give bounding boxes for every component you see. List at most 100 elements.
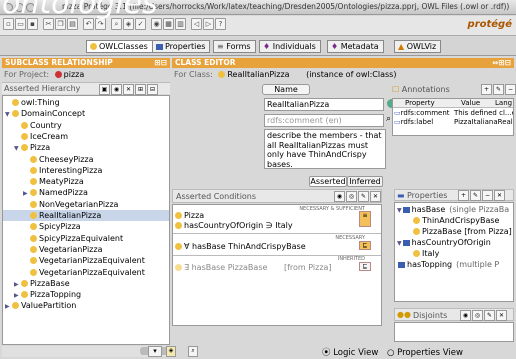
tab-individuals[interactable]: ♦ Individuals — [259, 40, 321, 53]
expand-all-icon[interactable]: ⊞ — [135, 84, 146, 95]
tree-item[interactable]: CheeseyPizza — [3, 154, 169, 165]
tab-asserted[interactable]: Asserted — [309, 176, 347, 187]
class-dot-icon — [218, 71, 226, 78]
remove-annotation-icon[interactable]: − — [505, 84, 516, 95]
filter-icon[interactable]: ◈ — [166, 346, 176, 357]
edit-annotation-icon[interactable]: ✎ — [493, 84, 504, 95]
tree-item[interactable]: ▼ Pizza — [3, 142, 169, 153]
add-expression-icon[interactable]: ✎ — [358, 191, 369, 202]
tree-item[interactable]: SpicyPizzaEquivalent — [3, 233, 169, 244]
add-disjoint-icon[interactable]: ◉ — [460, 310, 471, 321]
create-sibling-icon[interactable]: ◉ — [111, 84, 122, 95]
delete-property-icon[interactable]: ✕ — [494, 190, 505, 201]
properties-view-radio[interactable]: ○ Properties View — [387, 348, 463, 358]
tree-item-label: PizzaTopping — [30, 290, 82, 300]
add-property-icon[interactable]: + — [458, 190, 469, 201]
collapse-toggle-icon[interactable]: ▶ — [5, 301, 12, 312]
tab-inferred[interactable]: Inferred — [347, 176, 383, 187]
tree-scrollbar[interactable] — [2, 346, 170, 357]
tab-owlclasses[interactable]: OWLClasses — [86, 40, 153, 53]
comment-lang-field[interactable]: rdfs:comment (en) — [264, 114, 384, 127]
tree-item[interactable]: ▼ DomainConcept — [3, 108, 169, 119]
condition-row[interactable]: hasCountryOfOrigin ∋ Italy — [175, 221, 293, 230]
tree-item[interactable]: ▶ PizzaBase — [3, 278, 169, 289]
editor-controls-icon[interactable]: ⇔⊞⊟ — [492, 58, 511, 68]
add-disjoint-expr-icon[interactable]: ◎ — [472, 310, 483, 321]
tree-item[interactable]: RealItalianPizza — [3, 210, 169, 222]
tree-item[interactable]: VegetarianPizza — [3, 244, 169, 255]
tree-item-label: DomainConcept — [21, 109, 86, 119]
add-annotation-icon[interactable]: + — [481, 84, 492, 95]
metadata-diamond-icon: ♦ — [331, 42, 341, 51]
class-tree[interactable]: owl:Thing ▼ DomainConcept Country IceCream ▼ P… — [2, 95, 170, 345]
tree-item[interactable]: Country — [3, 120, 169, 131]
logic-view-radio[interactable]: ⦿ Logic View — [322, 348, 378, 358]
tree-item[interactable]: SpicyPizza — [3, 221, 169, 232]
remove-property-icon[interactable]: − — [482, 190, 493, 201]
condition-row[interactable]: ∀ hasBase ThinAndCrispyBase — [175, 242, 306, 251]
table-row[interactable]: ▭rdfs:comment This defined cl...en — [394, 109, 513, 118]
tab-owlviz[interactable]: ▲ OWLViz — [394, 40, 442, 53]
conditions-list[interactable]: NECESSARY & SUFFICIENT Pizza hasCountryO… — [172, 204, 382, 326]
tree-item[interactable]: owl:Thing — [3, 97, 169, 108]
forward-icon[interactable]: ▷ — [203, 18, 214, 30]
tab-forms[interactable]: ≡ Forms — [213, 40, 256, 53]
table-icon[interactable]: ▥ — [175, 18, 186, 30]
class-name-input[interactable]: RealItalianPizza — [264, 98, 384, 111]
property-row[interactable]: ▼ hasCountryOfOrigin — [397, 238, 495, 247]
remove-disjoint-icon[interactable]: ✕ — [496, 310, 507, 321]
collapse-all-icon[interactable]: ⊟ — [147, 84, 158, 95]
class-dot-icon — [12, 302, 19, 310]
search-comment-icon[interactable]: ⌕ — [386, 114, 391, 124]
property-value-label: ThinAndCrispyBase — [422, 216, 500, 225]
tree-item[interactable]: InterestingPizza — [3, 165, 169, 176]
property-row[interactable]: ▼ hasBase (single PizzaBa — [397, 205, 509, 214]
comment-text-area[interactable]: describe the members - that all RealItal… — [264, 129, 386, 169]
create-restriction-icon[interactable]: ◉ — [334, 191, 345, 202]
metadata-icon[interactable]: ▦ — [163, 18, 174, 30]
condition-row[interactable]: Pizza — [175, 211, 204, 220]
class-editor-panel: CLASS EDITOR ⇔⊞⊟ For Class: RealItalianP… — [172, 58, 516, 358]
tree-item[interactable]: ▶ NamedPizza — [3, 187, 169, 198]
tree-item[interactable]: MeatyPizza — [3, 176, 169, 187]
add-named-class-icon[interactable]: ◎ — [346, 191, 357, 202]
tree-item-label: Pizza — [30, 143, 51, 153]
edit-property-icon[interactable]: ✎ — [470, 190, 481, 201]
tree-item[interactable]: ▶ PizzaTopping — [3, 289, 169, 300]
table-row[interactable]: ▭rdfs:label PizzaItalianaRealpt — [394, 118, 513, 127]
class-dot-icon — [175, 243, 182, 250]
tree-item[interactable]: VegetarianPizzaEquivalent — [3, 267, 169, 278]
expand-toggle-icon[interactable]: ▼ — [397, 240, 402, 247]
class-dot-icon — [12, 99, 19, 106]
tab-properties[interactable]: Properties — [152, 40, 211, 53]
find-class-icon[interactable]: ⌕ — [188, 346, 198, 357]
edit-disjoint-icon[interactable]: ✎ — [484, 310, 495, 321]
property-value-row[interactable]: PizzaBase [from Pizza] — [413, 227, 512, 236]
tree-item[interactable]: VegetarianPizzaEquivalent — [3, 255, 169, 266]
expand-toggle-icon[interactable]: ▼ — [397, 207, 402, 214]
tree-item-label: VegetarianPizzaEquivalent — [39, 256, 145, 266]
tree-item[interactable]: NonVegetarianPizza — [3, 199, 169, 210]
dropdown-button[interactable]: ▾ — [148, 346, 162, 357]
properties-list[interactable]: ▼ hasBase (single PizzaBa ThinAndCrispyBase… — [394, 202, 514, 302]
panel-window-controls-icon[interactable]: ⊞⊟ — [154, 58, 167, 68]
class-dot-icon — [413, 228, 420, 235]
disjoints-list[interactable] — [394, 322, 514, 342]
tree-item[interactable]: IceCream — [3, 131, 169, 142]
tree-item-label: ValuePartition — [21, 301, 77, 311]
remove-condition-icon[interactable]: ✕ — [370, 191, 381, 202]
annotations-table[interactable]: Property Value Lang ▭rdfs:comment This d… — [392, 98, 514, 136]
tree-item[interactable]: ▶ ValuePartition — [3, 300, 169, 311]
property-row[interactable]: hasTopping (multiple P — [397, 260, 499, 269]
property-value-row[interactable]: ThinAndCrispyBase — [413, 216, 499, 225]
conditions-toolbar: Asserted Conditions ◉ ◎ ✎ ✕ — [172, 189, 382, 203]
help-icon[interactable]: ? — [215, 18, 226, 30]
property-value-row[interactable]: Italy — [413, 249, 439, 258]
tab-metadata[interactable]: ♦ Metadata — [327, 40, 384, 53]
create-subclass-icon[interactable]: ▣ — [99, 84, 110, 95]
property-name: hasBase — [411, 205, 446, 214]
delete-class-icon[interactable]: ✕ — [123, 84, 134, 95]
view-toggle: ⦿ Logic View ○ Properties View — [322, 346, 463, 358]
condition-row[interactable]: ∃ hasBase PizzaBase [from Pizza] — [175, 263, 332, 272]
back-icon[interactable]: ◁ — [191, 18, 202, 30]
